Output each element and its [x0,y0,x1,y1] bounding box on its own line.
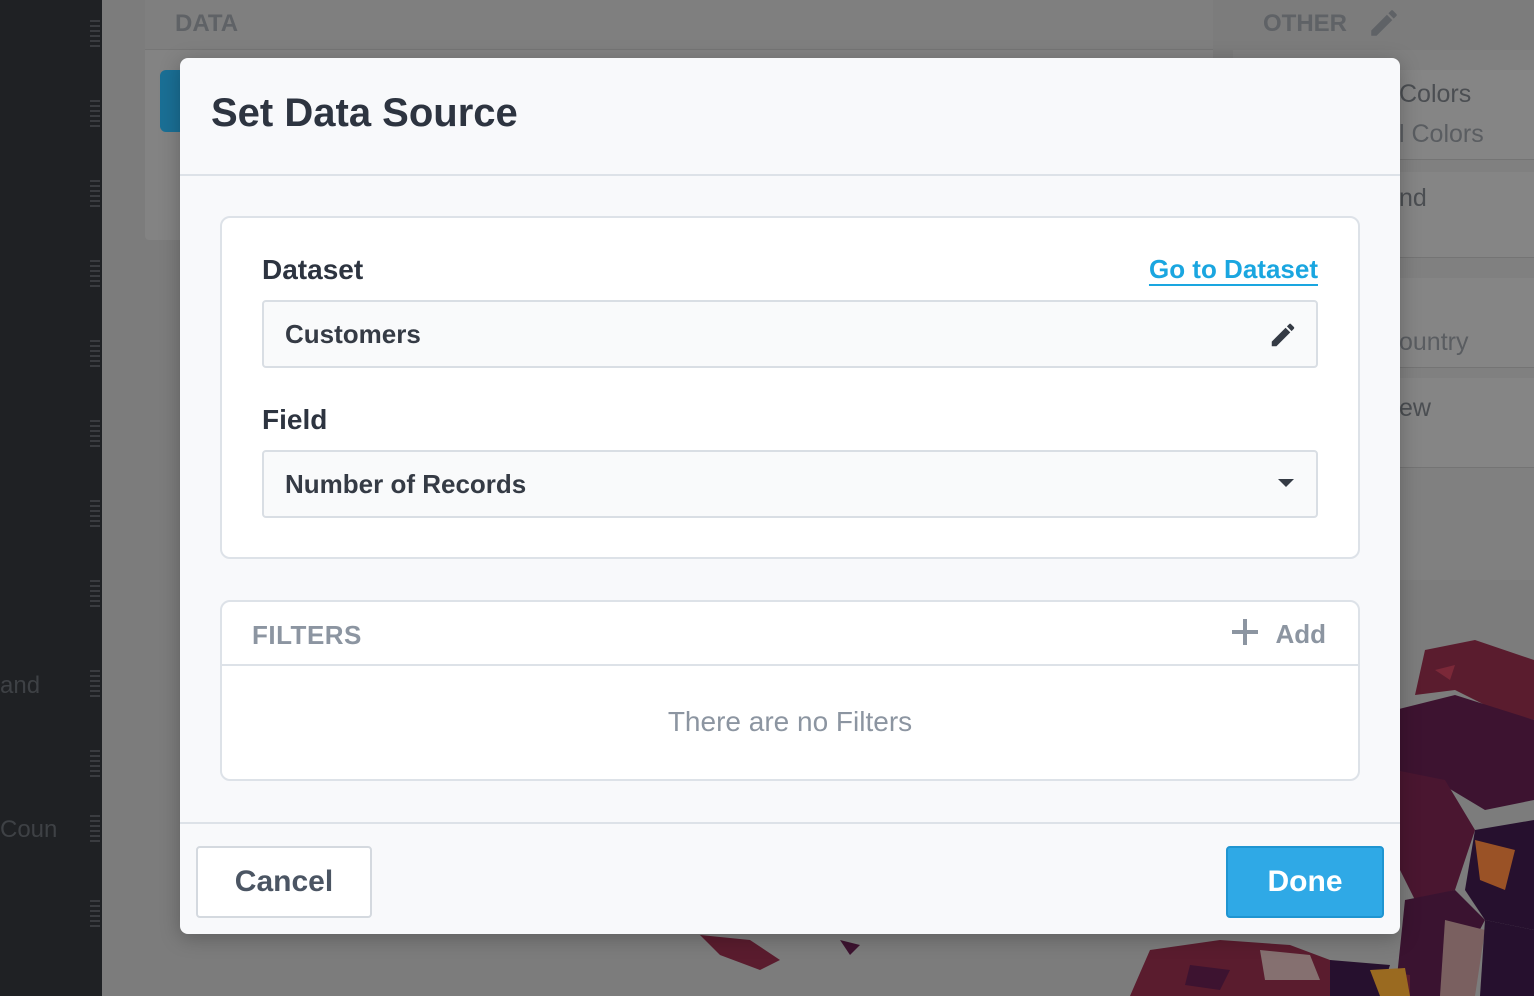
dialog-footer: Cancel Done [180,822,1400,934]
other-panel-header: OTHER [1233,0,1534,50]
pencil-icon [1371,10,1397,36]
drag-handle [90,500,100,530]
pencil-icon[interactable] [1268,320,1298,355]
field-value: Number of Records [285,469,527,499]
drag-handle [90,20,100,50]
drag-handle [90,420,100,450]
sidebar-ghost-label: Coun [0,816,58,843]
other-panel-title: OTHER [1263,10,1347,37]
filters-title: FILTERS [252,620,362,650]
drag-handle [90,260,100,290]
sidebar-ghost-label: and [0,672,41,699]
data-panel-header: DATA [145,0,1213,50]
drag-handle [90,580,100,610]
add-filter-label: Add [1275,618,1326,649]
field-label: Field [262,404,328,435]
filters-header: FILTERS Add [222,602,1358,666]
map-fragment [1395,600,1534,996]
other-item-label: nd [1399,184,1427,212]
dialog-header: Set Data Source [180,58,1400,176]
other-item-label: ountry [1399,328,1469,356]
map-fragment [690,930,1410,996]
data-source-card: Dataset Go to Dataset Customers Field Nu… [220,216,1360,559]
drag-handle [90,180,100,210]
dataset-label: Dataset [262,254,364,285]
left-sidebar: and Coun [0,0,102,996]
other-item-label: l Colors [1399,120,1484,148]
drag-handle [90,750,100,780]
drag-handle [90,815,100,845]
data-panel-title: DATA [175,10,239,37]
add-filter-button[interactable]: Add [1231,616,1326,652]
field-select[interactable]: Number of Records [262,450,1318,518]
plus-icon [1231,618,1259,651]
other-item-label: Colors [1399,80,1472,108]
go-to-dataset-link[interactable]: Go to Dataset [1149,254,1318,285]
dialog-title: Set Data Source [211,91,518,135]
cancel-button[interactable]: Cancel [196,846,372,918]
set-data-source-dialog: Set Data Source Dataset Go to Dataset Cu… [180,58,1400,934]
caret-down-icon [1276,476,1296,495]
drag-handle [90,670,100,700]
drag-handle [90,900,100,930]
drag-handle [90,100,100,130]
drag-handle [90,340,100,370]
done-button[interactable]: Done [1226,846,1384,918]
dataset-field[interactable]: Customers [262,300,1318,368]
dataset-value: Customers [285,319,421,349]
filters-card: FILTERS Add There are no Filters [220,600,1360,781]
other-item-label: ew [1399,394,1431,422]
filters-empty-message: There are no Filters [667,706,913,737]
